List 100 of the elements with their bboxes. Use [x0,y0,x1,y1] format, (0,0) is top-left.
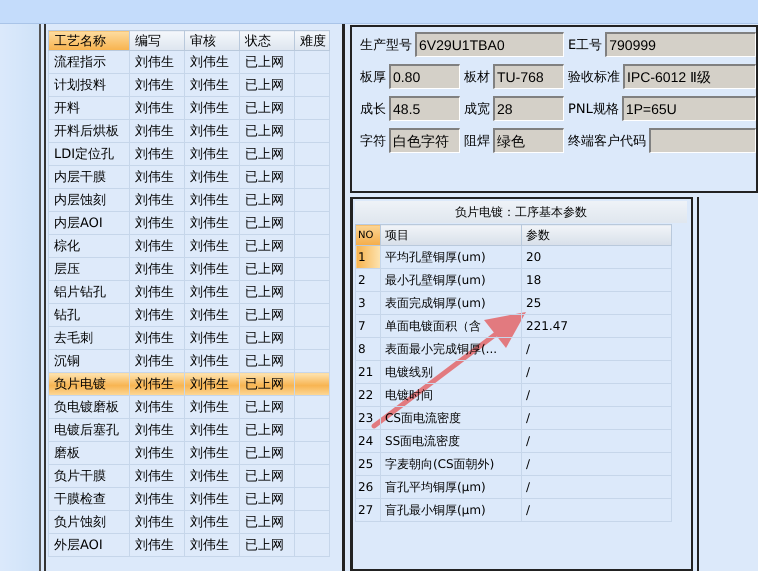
column-header[interactable]: 参数 [522,224,672,246]
table-cell: 开料 [48,96,130,120]
row-number[interactable]: 3 [356,292,380,314]
table-cell: 刘伟生 [184,50,240,74]
input-field[interactable]: 1P=65U [622,96,756,121]
process-row[interactable]: 负电镀磨板 刘伟生 刘伟生 已上网 [48,396,330,418]
table-cell: 刘伟生 [184,372,240,396]
input-field[interactable]: 绿色 [493,128,564,153]
table-cell: 刘伟生 [129,234,184,258]
process-row[interactable]: 棕化 刘伟生 刘伟生 已上网 [48,234,330,258]
table-cell: / [522,476,672,498]
table-cell: / [522,406,672,430]
panel-title: 负片电镀：工序基本参数 [355,201,687,223]
table-cell: 已上网 [239,142,294,166]
table-cell: 25 [522,292,672,314]
input-field[interactable]: 0.80 [389,64,460,89]
table-cell: 已上网 [239,396,294,418]
process-row[interactable]: 计划投料 刘伟生 刘伟生 已上网 [48,74,330,96]
column-header[interactable]: 工艺名称 [48,30,130,50]
column-header[interactable]: 编写 [129,30,184,50]
process-row[interactable]: 沉铜 刘伟生 刘伟生 已上网 [48,350,330,372]
table-cell: 刘伟生 [184,234,240,258]
process-row[interactable]: 电镀后塞孔 刘伟生 刘伟生 已上网 [48,418,330,442]
table-cell: 字麦朝向(CS面朝外) [380,452,522,476]
table-cell: 干膜检查 [48,488,130,510]
column-header[interactable]: 项目 [380,224,522,246]
table-cell: 刘伟生 [184,510,240,534]
table-cell: 刘伟生 [129,50,184,74]
process-row[interactable]: LDI定位孔 刘伟生 刘伟生 已上网 [48,142,330,166]
table-cell: 开料后烘板 [48,120,130,142]
process-row[interactable]: 开料 刘伟生 刘伟生 已上网 [48,96,330,120]
column-header[interactable]: 状态 [239,30,294,50]
input-field[interactable]: 28 [493,96,564,121]
input-field[interactable]: 790999 [605,32,756,57]
table-cell: / [522,498,672,522]
input-field[interactable]: 48.5 [389,96,460,121]
field-label: 验收标准 [568,68,620,86]
table-cell: SS面电流密度 [380,430,522,452]
process-row[interactable]: 内层蚀刻 刘伟生 刘伟生 已上网 [48,188,330,212]
process-row[interactable]: 层压 刘伟生 刘伟生 已上网 [48,258,330,280]
process-row[interactable]: 干膜检查 刘伟生 刘伟生 已上网 [48,488,330,510]
process-row[interactable]: 开料后烘板 刘伟生 刘伟生 已上网 [48,120,330,142]
table-cell: / [522,338,672,360]
table-cell: 棕化 [48,234,130,258]
table-cell: 内层干膜 [48,166,130,188]
table-cell: 刘伟生 [129,258,184,280]
table-cell: 刘伟生 [129,510,184,534]
row-number[interactable]: 22 [356,384,380,406]
row-number[interactable]: 26 [356,476,380,498]
process-row[interactable]: 铝片钻孔 刘伟生 刘伟生 已上网 [48,280,330,304]
process-row[interactable]: 磨板 刘伟生 刘伟生 已上网 [48,442,330,464]
row-number[interactable]: 23 [356,406,380,430]
row-number[interactable]: 27 [356,498,380,522]
table-cell: 已上网 [239,212,294,234]
table-cell: 刘伟生 [129,120,184,142]
table-cell: 刘伟生 [184,488,240,510]
row-number[interactable]: 21 [356,360,380,384]
row-number[interactable]: 24 [356,430,380,452]
table-cell: 刘伟生 [129,74,184,96]
process-row[interactable]: 去毛刺 刘伟生 刘伟生 已上网 [48,326,330,350]
input-field[interactable] [649,128,756,153]
table-cell: 负片干膜 [48,464,130,488]
process-row[interactable]: 负片蚀刻 刘伟生 刘伟生 已上网 [48,510,330,534]
process-row[interactable]: 负片干膜 刘伟生 刘伟生 已上网 [48,464,330,488]
table-cell: 已上网 [239,464,294,488]
table-cell: 已上网 [239,96,294,120]
table-cell: 刘伟生 [184,326,240,350]
table-cell: 刘伟生 [184,464,240,488]
table-cell: 已上网 [239,418,294,442]
row-number[interactable]: 2 [356,268,380,292]
row-number[interactable]: 8 [356,338,380,360]
process-row[interactable]: 钻孔 刘伟生 刘伟生 已上网 [48,304,330,326]
row-number[interactable]: 1 [356,246,380,268]
table-cell: 刘伟生 [129,350,184,372]
process-row[interactable]: 内层AOI 刘伟生 刘伟生 已上网 [48,212,330,234]
column-header[interactable]: NO [356,224,380,246]
row-number[interactable]: 7 [356,314,380,338]
table-cell: 去毛刺 [48,326,130,350]
field-label: E工号 [568,36,602,54]
table-cell: / [522,360,672,384]
table-cell: 负片电镀 [48,372,130,396]
table-cell: / [522,430,672,452]
table-cell: 已上网 [239,510,294,534]
table-cell: 磨板 [48,442,130,464]
column-header[interactable]: 审核 [184,30,240,50]
input-field[interactable]: IPC-6012 Ⅱ级 [623,64,756,89]
table-cell: 流程指示 [48,50,130,74]
table-cell: 已上网 [239,74,294,96]
table-cell: 刘伟生 [129,96,184,120]
input-field[interactable]: 白色字符 [389,128,460,153]
input-field[interactable]: TU-768 [493,64,564,89]
process-row[interactable]: 外层AOI 刘伟生 刘伟生 已上网 [48,534,330,556]
process-row[interactable]: 流程指示 刘伟生 刘伟生 已上网 [48,50,330,74]
table-cell: 钻孔 [48,304,130,326]
process-row[interactable]: 负片电镀 刘伟生 刘伟生 已上网 [48,372,330,396]
input-field[interactable]: 6V29U1TBA0 [415,32,564,57]
column-header[interactable]: 难度 [294,30,330,50]
table-cell: 刘伟生 [184,534,240,556]
process-row[interactable]: 内层干膜 刘伟生 刘伟生 已上网 [48,166,330,188]
row-number[interactable]: 25 [356,452,380,476]
